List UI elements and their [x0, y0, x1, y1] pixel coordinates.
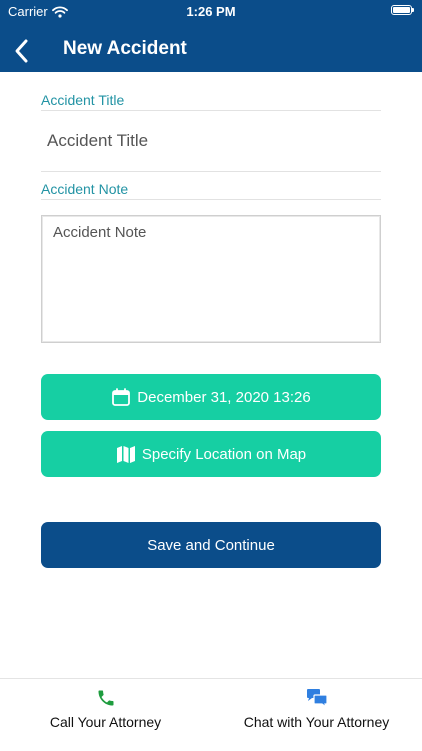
status-time: 1:26 PM	[186, 4, 236, 19]
accident-note-input[interactable]	[41, 215, 381, 343]
chat-attorney-label: Chat with Your Attorney	[243, 714, 390, 730]
date-button-label: December 31, 2020 13:26	[137, 388, 311, 406]
battery-icon	[391, 5, 414, 15]
call-attorney-label: Call Your Attorney	[49, 714, 162, 730]
save-button-label: Save and Continue	[147, 536, 275, 554]
accident-note-label: Accident Note	[41, 181, 129, 197]
phone-icon	[98, 690, 113, 706]
location-button-label: Specify Location on Map	[141, 445, 307, 463]
calendar-icon	[112, 388, 131, 406]
bottom-tab-bar: Call Your Attorney Chat with Your Attorn…	[0, 678, 422, 751]
chat-attorney-tab[interactable]: Chat with Your Attorney	[211, 679, 422, 751]
map-icon	[116, 446, 135, 463]
accident-title-input[interactable]	[41, 111, 381, 171]
save-and-continue-button[interactable]: Save and Continue	[41, 522, 381, 568]
navigation-bar: Carrier 1:26 PM New Accident	[0, 0, 422, 72]
back-button[interactable]	[10, 36, 36, 66]
call-attorney-tab[interactable]: Call Your Attorney	[0, 679, 211, 751]
chat-bubbles-icon	[306, 689, 328, 708]
status-bar: Carrier 1:26 PM	[0, 0, 422, 22]
date-picker-button[interactable]: December 31, 2020 13:26	[41, 374, 381, 420]
accident-title-label: Accident Title	[41, 92, 125, 108]
specify-location-button[interactable]: Specify Location on Map	[41, 431, 381, 477]
chevron-left-icon	[15, 39, 28, 63]
accident-form: Accident Title Accident Note	[41, 72, 381, 343]
page-title: New Accident	[63, 38, 187, 59]
